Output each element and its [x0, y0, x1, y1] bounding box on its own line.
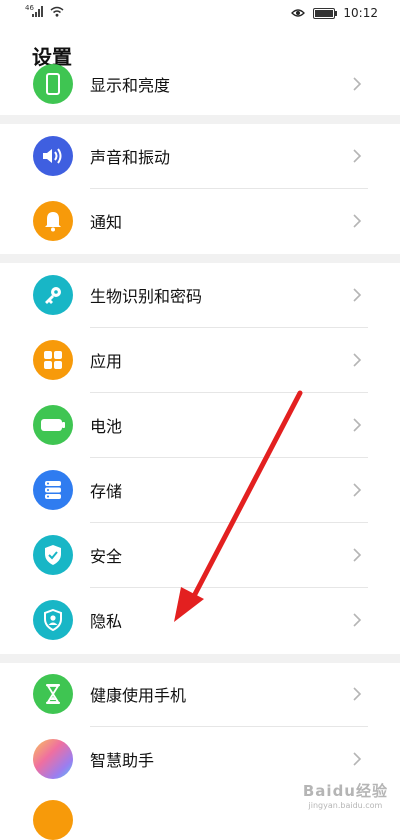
chevron-right-icon — [353, 613, 362, 627]
battery-setting-icon — [33, 405, 73, 445]
settings-item-battery[interactable]: 电池 — [0, 393, 400, 457]
chevron-right-icon — [353, 214, 362, 228]
privacy-icon — [33, 600, 73, 640]
watermark-main-text: Baidu经验 — [302, 782, 388, 800]
status-left: 46 — [25, 4, 64, 17]
settings-item-label: 生物识别和密码 — [90, 287, 203, 306]
settings-item-label: 隐私 — [90, 612, 123, 631]
next-item-icon-partial — [33, 800, 73, 840]
wifi-icon — [50, 6, 64, 17]
shield-check-icon — [33, 535, 73, 575]
chevron-right-icon — [353, 149, 362, 163]
hourglass-icon — [33, 674, 73, 714]
settings-item-security[interactable]: 安全 — [0, 523, 400, 587]
storage-icon — [33, 470, 73, 510]
settings-item-label: 应用 — [90, 352, 123, 371]
network-type-label: 46 — [25, 4, 34, 12]
settings-item-label: 显示和亮度 — [90, 76, 171, 95]
display-icon — [33, 64, 73, 104]
settings-item-display[interactable]: 显示和亮度 — [0, 52, 400, 116]
section-gap — [0, 254, 400, 263]
chevron-right-icon — [353, 353, 362, 367]
chevron-right-icon — [353, 418, 362, 432]
settings-item-label: 存储 — [90, 482, 123, 501]
apps-grid-icon — [33, 340, 73, 380]
battery-icon — [313, 7, 338, 19]
settings-item-digital-balance[interactable]: 健康使用手机 — [0, 662, 400, 726]
settings-item-label: 智慧助手 — [90, 751, 155, 770]
chevron-right-icon — [353, 288, 362, 302]
settings-item-apps[interactable]: 应用 — [0, 328, 400, 392]
chevron-right-icon — [353, 687, 362, 701]
section-gap — [0, 115, 400, 124]
status-right: 10:12 — [291, 6, 378, 20]
settings-item-notification[interactable]: 通知 — [0, 189, 400, 253]
settings-item-sound[interactable]: 声音和振动 — [0, 124, 400, 188]
chevron-right-icon — [353, 483, 362, 497]
status-bar: 46 10:12 — [0, 0, 400, 28]
settings-item-label: 电池 — [90, 417, 123, 436]
bell-icon — [33, 201, 73, 241]
speaker-icon — [33, 136, 73, 176]
status-time: 10:12 — [343, 6, 378, 20]
chevron-right-icon — [353, 548, 362, 562]
watermark-sub-text: jingyan.baidu.com — [308, 801, 383, 810]
chevron-right-icon — [353, 752, 362, 766]
settings-item-biometrics[interactable]: 生物识别和密码 — [0, 263, 400, 327]
settings-item-label: 声音和振动 — [90, 148, 171, 167]
eye-icon — [291, 9, 306, 17]
key-icon — [33, 275, 73, 315]
chevron-right-icon — [353, 77, 362, 91]
assistant-icon — [33, 739, 73, 779]
settings-item-label: 安全 — [90, 547, 123, 566]
settings-item-label: 健康使用手机 — [90, 686, 187, 705]
settings-item-privacy[interactable]: 隐私 — [0, 588, 400, 652]
settings-item-storage[interactable]: 存储 — [0, 458, 400, 522]
settings-item-label: 通知 — [90, 213, 123, 232]
baidu-watermark: Baidu经验 jingyan.baidu.com — [303, 780, 388, 810]
